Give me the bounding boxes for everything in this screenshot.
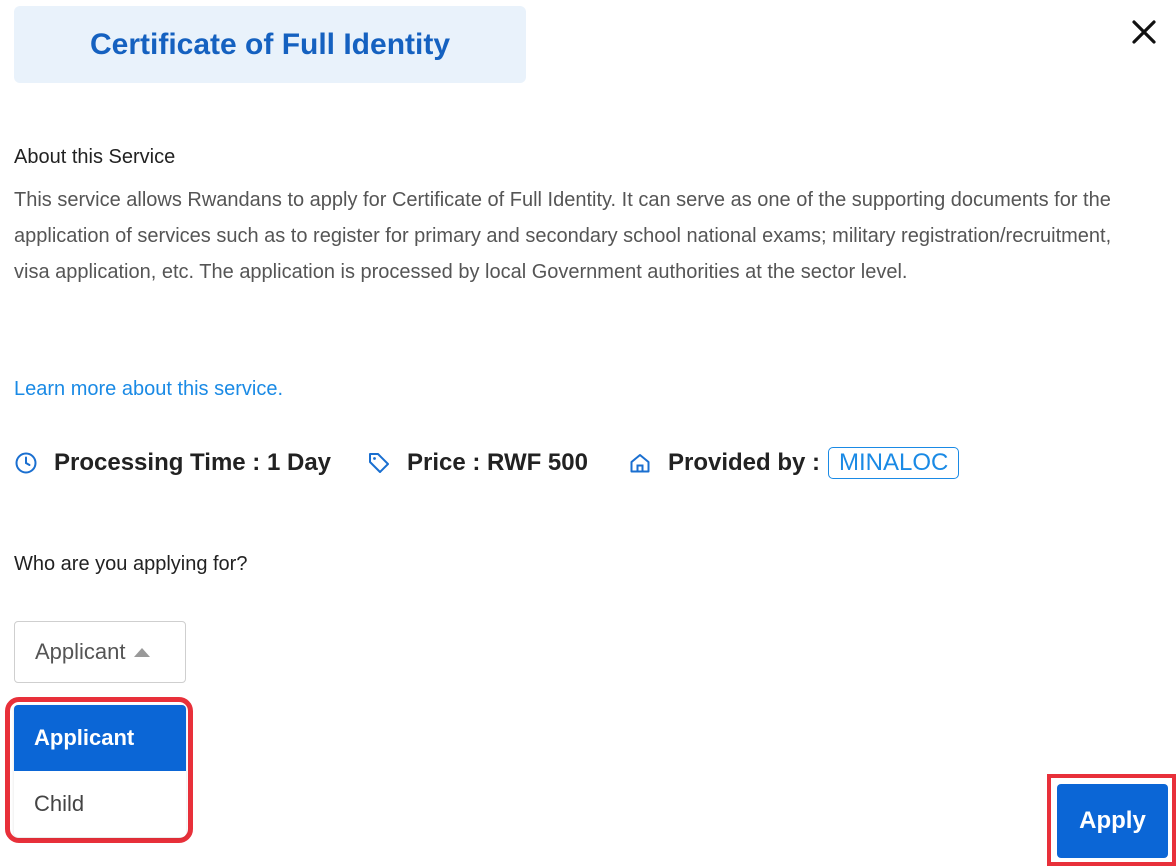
- close-icon: [1132, 20, 1156, 44]
- about-description: This service allows Rwandans to apply fo…: [14, 189, 1112, 283]
- service-title-banner: Certificate of Full Identity: [14, 6, 526, 83]
- applicant-select[interactable]: Applicant: [14, 621, 186, 683]
- close-button[interactable]: [1126, 14, 1162, 50]
- applicant-question: Who are you applying for?: [14, 553, 248, 575]
- learn-more-link[interactable]: Learn more about this service.: [14, 378, 283, 401]
- price-text: Price : RWF 500: [407, 449, 588, 476]
- option-child[interactable]: Child: [14, 771, 186, 837]
- clock-icon: [14, 451, 38, 475]
- page-title: Certificate of Full Identity: [89, 27, 451, 61]
- provided-by-label: Provided by :: [667, 449, 821, 476]
- service-info-row: Processing Time : 1 Day Price : RWF 500 …: [14, 447, 960, 479]
- caret-up-icon: [133, 647, 150, 657]
- applicant-dropdown: Applicant Child: [14, 705, 186, 837]
- processing-time: Processing Time : 1 Day: [14, 449, 331, 477]
- price: Price : RWF 500: [367, 449, 588, 477]
- option-applicant[interactable]: Applicant: [14, 705, 186, 771]
- select-value: Applicant: [35, 639, 126, 664]
- provider-badge[interactable]: MINALOC: [828, 447, 960, 479]
- about-heading: About this Service: [14, 146, 176, 168]
- apply-button[interactable]: Apply: [1057, 784, 1168, 858]
- provided-by: Provided by : MINALOC: [628, 447, 960, 479]
- home-icon: [628, 451, 652, 475]
- processing-time-text: Processing Time : 1 Day: [54, 449, 332, 476]
- tag-icon: [367, 451, 391, 475]
